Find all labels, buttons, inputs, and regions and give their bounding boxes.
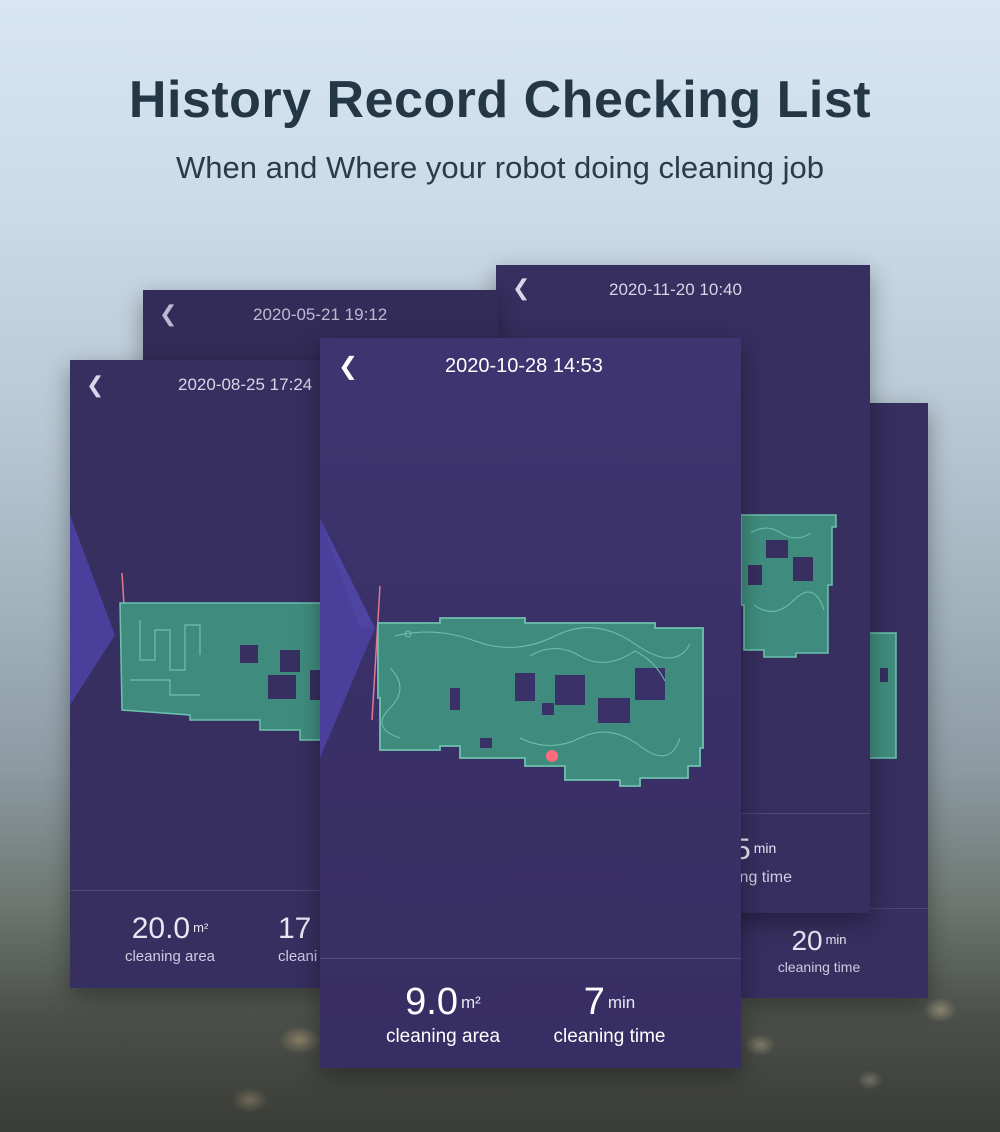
history-card-main[interactable]: ❮ 2020-10-28 14:53 9.0 m² cleaning area 7… (320, 338, 741, 1068)
area-label: cleaning area (124, 948, 216, 965)
cleaning-time-stat: 20 min cleaning time (760, 925, 878, 975)
area-value: 20.0 (131, 912, 191, 945)
time-value: 20 (791, 925, 823, 956)
record-date: 2020-05-21 19:12 (253, 305, 388, 324)
area-value: 9.0 (405, 981, 458, 1023)
cleaning-area-stat: 20.0 m² cleaning area (110, 912, 230, 965)
cleaned-area (377, 617, 704, 787)
page-title: History Record Checking List (128, 71, 872, 129)
area-unit: m² (193, 919, 209, 935)
chevron-left-icon[interactable]: ❮ (159, 301, 177, 327)
scan-cone (320, 518, 375, 758)
time-value: 17 (278, 912, 312, 945)
cleaning-area-stat: 9.0 m² cleaning area (372, 981, 514, 1048)
page-subtitle: When and Where your robot doing cleaning… (176, 150, 824, 185)
history-card-left[interactable]: ❮ 2020-08-25 17:24 20.0 m² cleaning area … (70, 360, 330, 988)
robot-position-dot (546, 750, 558, 762)
area-unit: m² (461, 992, 481, 1012)
time-unit: min (825, 931, 847, 947)
time-unit: min (753, 839, 777, 856)
cleaning-map (70, 515, 330, 741)
time-label: cleaning time (777, 959, 861, 975)
time-label: cleaning time (553, 1026, 666, 1047)
area-label: cleaning area (385, 1026, 501, 1047)
cleaning-time-stat: 7 min cleaning time (542, 981, 677, 1048)
time-value: 7 (583, 981, 605, 1023)
time-unit: min (607, 992, 636, 1012)
